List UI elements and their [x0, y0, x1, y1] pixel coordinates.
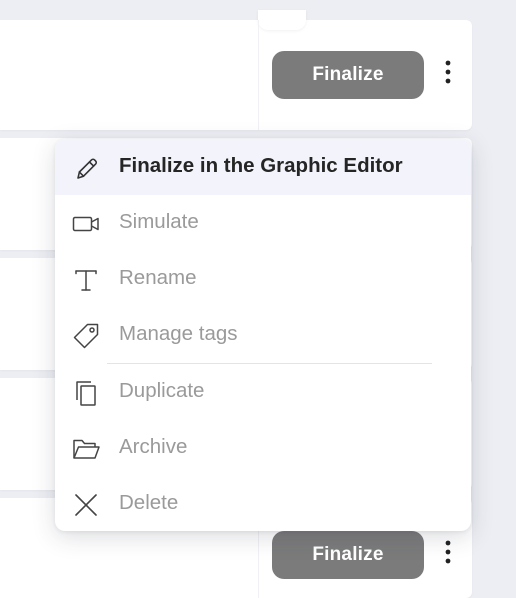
menu-item-label: Duplicate	[119, 379, 205, 402]
menu-item-label: Rename	[119, 266, 197, 289]
menu-item-label: Finalize in the Graphic Editor	[119, 154, 403, 177]
menu-item-simulate[interactable]: Simulate	[55, 195, 471, 251]
finalize-button[interactable]: Finalize	[272, 51, 424, 99]
duplicate-icon	[71, 378, 101, 408]
text-t-icon	[71, 265, 101, 295]
menu-item-label: Archive	[119, 435, 188, 458]
menu-item-label: Delete	[119, 491, 179, 514]
menu-item-label: Simulate	[119, 210, 199, 233]
pencil-icon	[71, 153, 101, 183]
menu-item-manage-tags[interactable]: Manage tags	[55, 307, 471, 363]
card-divider	[258, 20, 259, 130]
more-options-icon[interactable]	[437, 52, 459, 92]
top-tab	[258, 10, 306, 30]
context-menu: Finalize in the Graphic Editor Simulate …	[55, 139, 471, 531]
more-options-icon[interactable]	[437, 532, 459, 572]
finalize-button[interactable]: Finalize	[272, 531, 424, 579]
tag-icon	[71, 321, 101, 351]
menu-item-delete[interactable]: Delete	[55, 476, 471, 531]
menu-item-finalize-graphic-editor[interactable]: Finalize in the Graphic Editor	[55, 139, 471, 195]
close-icon	[71, 490, 101, 520]
menu-item-archive[interactable]: Archive	[55, 420, 471, 476]
video-camera-icon	[71, 209, 101, 239]
menu-item-duplicate[interactable]: Duplicate	[55, 364, 471, 420]
menu-item-rename[interactable]: Rename	[55, 251, 471, 307]
folder-open-icon	[71, 434, 101, 464]
menu-item-label: Manage tags	[119, 322, 238, 345]
list-card: Finalize	[0, 10, 472, 130]
